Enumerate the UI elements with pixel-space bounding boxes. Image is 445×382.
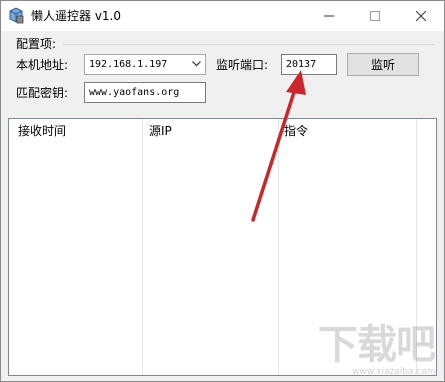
column-header-receive-time[interactable]: 接收时间 — [18, 123, 66, 139]
column-header-source-ip[interactable]: 源IP — [149, 123, 172, 139]
watermark-logo: 下载吧 — [318, 322, 436, 368]
column-separator — [278, 119, 279, 375]
maximize-icon — [370, 11, 380, 21]
minimize-button[interactable] — [306, 1, 352, 31]
window-title: 懒人遥控器 v1.0 — [31, 9, 122, 23]
match-key-value: www.yaofans.org — [89, 87, 180, 98]
column-header-command[interactable]: 指令 — [284, 123, 308, 139]
listen-port-label: 监听端口: — [216, 58, 269, 72]
local-address-label: 本机地址: — [16, 58, 69, 72]
local-address-dropdown[interactable]: 192.168.1.197 — [84, 54, 206, 75]
config-group-label: 配置项: — [16, 37, 57, 51]
match-key-input[interactable]: www.yaofans.org — [84, 82, 206, 103]
listen-port-input[interactable]: 20137 — [281, 54, 337, 75]
title-bar[interactable]: 懒人遥控器 v1.0 — [1, 1, 444, 31]
watermark-url: www.xiazaiba.com — [352, 367, 436, 377]
group-divider — [63, 44, 435, 45]
listen-button[interactable]: 监听 — [347, 53, 419, 76]
minimize-icon — [324, 15, 334, 17]
local-address-value: 192.168.1.197 — [89, 59, 168, 70]
app-icon — [9, 7, 24, 24]
maximize-button[interactable] — [352, 1, 398, 31]
listen-port-value: 20137 — [286, 59, 317, 70]
close-button[interactable] — [398, 1, 444, 31]
match-key-label: 匹配密钥: — [16, 86, 69, 100]
close-icon — [416, 11, 426, 21]
chevron-down-icon — [192, 61, 201, 67]
column-separator — [142, 119, 143, 375]
